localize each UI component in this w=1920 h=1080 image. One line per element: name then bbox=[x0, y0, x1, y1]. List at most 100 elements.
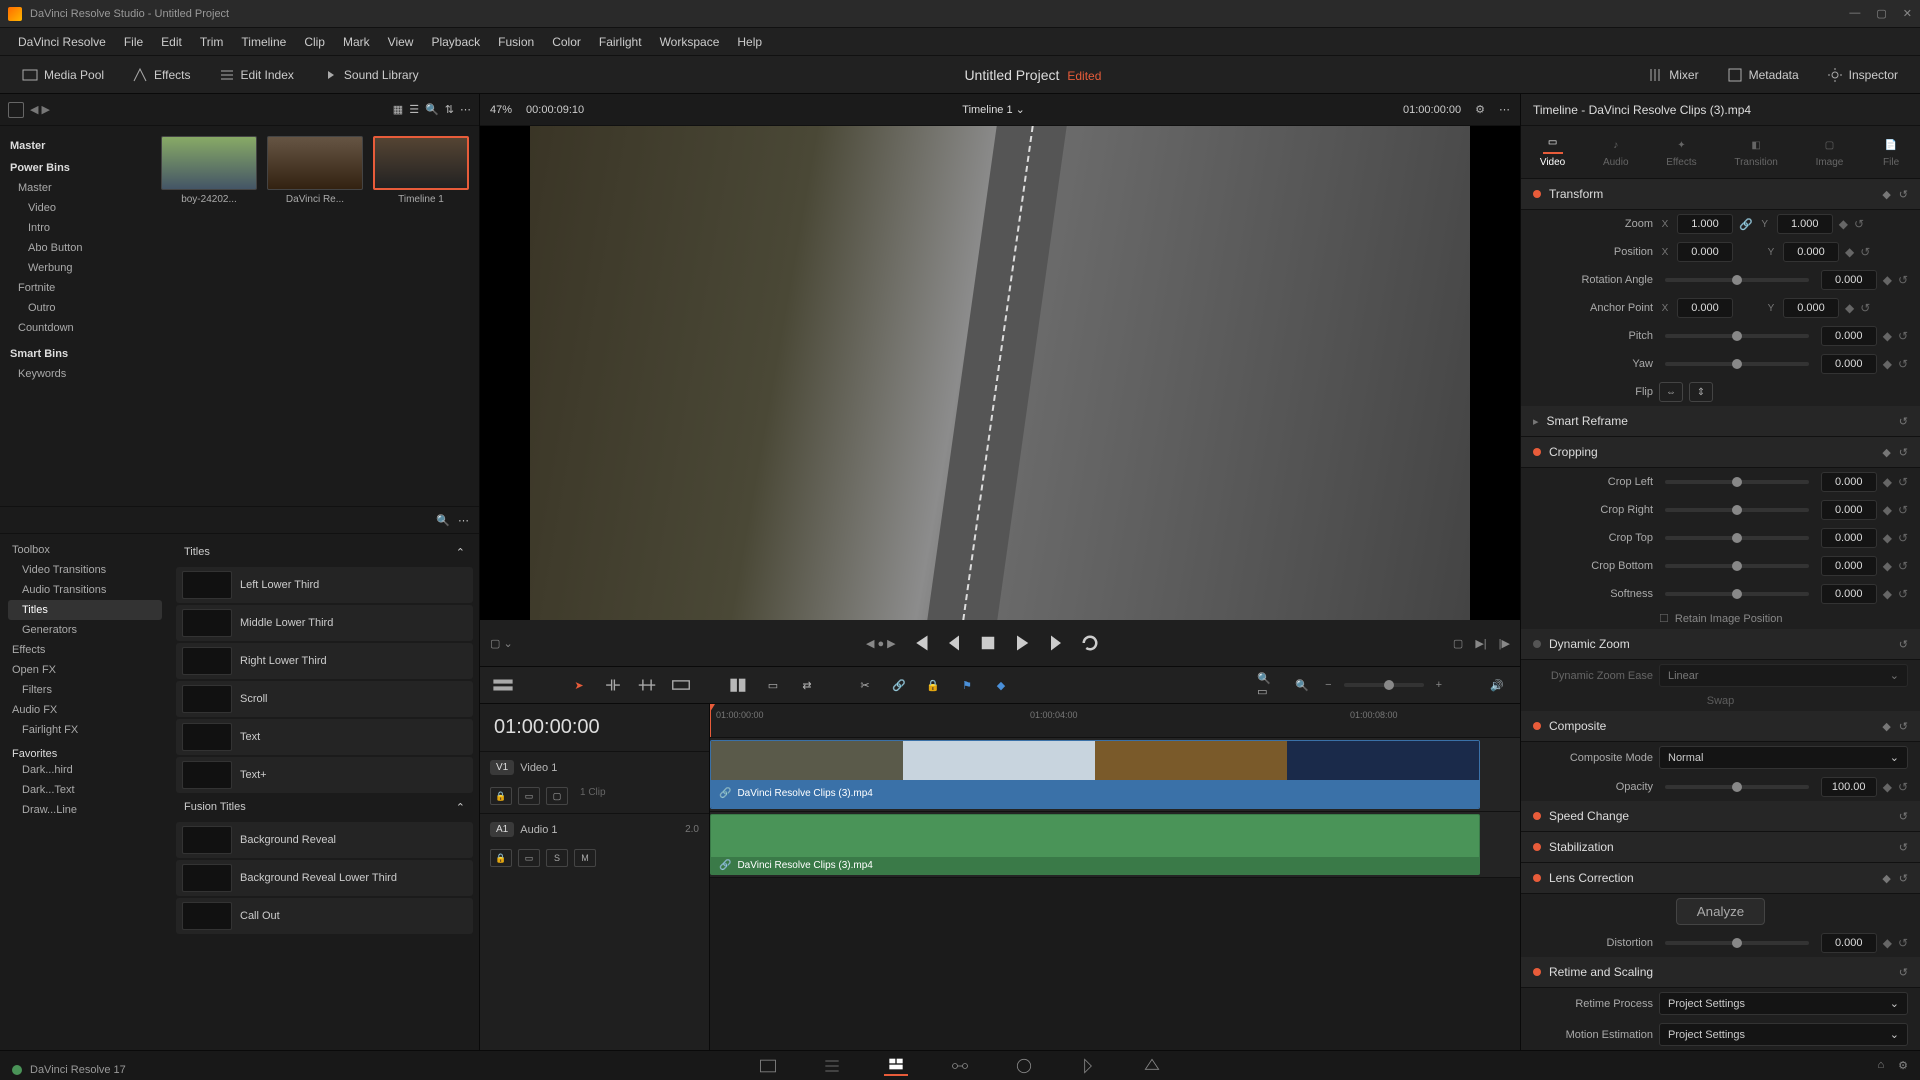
viewer-zoom[interactable]: 47% bbox=[490, 104, 512, 116]
tab-effects[interactable]: Effects bbox=[122, 61, 200, 89]
keyframe-icon[interactable]: ◆ bbox=[1883, 559, 1892, 573]
crop-bottom-slider[interactable] bbox=[1665, 564, 1809, 568]
fx-node-titles[interactable]: Titles bbox=[8, 600, 162, 620]
loop-icon[interactable] bbox=[1080, 633, 1100, 653]
chevron-up-icon[interactable]: ⌃ bbox=[456, 801, 465, 814]
rotation-slider[interactable] bbox=[1665, 278, 1809, 282]
lock-icon[interactable]: 🔒 bbox=[922, 674, 944, 696]
fusion-page-icon[interactable] bbox=[948, 1056, 972, 1076]
keyframe-icon[interactable]: ◆ bbox=[1839, 217, 1848, 231]
insert-icon[interactable]: ▊▊ bbox=[728, 674, 750, 696]
section-composite[interactable]: Composite◆↺ bbox=[1521, 711, 1920, 742]
timeline-timecode[interactable]: 01:00:00:00 bbox=[480, 704, 709, 751]
next-clip-icon[interactable]: ▶| bbox=[1475, 637, 1486, 650]
menu-edit[interactable]: Edit bbox=[153, 31, 190, 53]
settings-icon[interactable]: ⚙ bbox=[1898, 1059, 1908, 1072]
media-page-icon[interactable] bbox=[756, 1056, 780, 1076]
cut-page-icon[interactable] bbox=[820, 1056, 844, 1076]
keyframe-icon[interactable]: ◆ bbox=[1883, 587, 1892, 601]
next-frame-icon[interactable] bbox=[1046, 633, 1066, 653]
tab-effects[interactable]: ✦Effects bbox=[1660, 132, 1702, 172]
maximize-icon[interactable]: ▢ bbox=[1876, 7, 1886, 20]
tab-inspector[interactable]: Inspector bbox=[1817, 61, 1908, 89]
flag-icon[interactable]: ⚑ bbox=[956, 674, 978, 696]
zoom-y-input[interactable]: 1.000 bbox=[1777, 214, 1833, 234]
ease-dropdown[interactable]: Linear⌄ bbox=[1659, 664, 1908, 687]
fx-item[interactable]: Text bbox=[176, 719, 473, 755]
playhead[interactable] bbox=[710, 704, 711, 737]
reset-icon[interactable]: ↺ bbox=[1898, 531, 1908, 545]
keyframe-icon[interactable]: ◆ bbox=[1883, 329, 1892, 343]
marker-icon[interactable]: ◆ bbox=[990, 674, 1012, 696]
menu-file[interactable]: File bbox=[116, 31, 151, 53]
media-thumb[interactable]: DaVinci Re... bbox=[267, 136, 363, 205]
fx-openfx[interactable]: Open FX bbox=[8, 660, 162, 680]
bin-item[interactable]: Intro bbox=[10, 218, 141, 238]
fx-node[interactable]: Video Transitions bbox=[8, 560, 162, 580]
rotation-input[interactable]: 0.000 bbox=[1821, 270, 1877, 290]
crop-top-slider[interactable] bbox=[1665, 536, 1809, 540]
timeline-ruler[interactable]: 01:00:00:00 01:00:04:00 01:00:08:00 bbox=[710, 704, 1520, 738]
crop-right-input[interactable]: 0.000 bbox=[1821, 500, 1877, 520]
fav-item[interactable]: Dark...Text bbox=[8, 780, 162, 800]
bin-item[interactable]: Master bbox=[10, 178, 141, 198]
softness-slider[interactable] bbox=[1665, 592, 1809, 596]
last-clip-icon[interactable]: |▶ bbox=[1499, 637, 1510, 650]
menu-workspace[interactable]: Workspace bbox=[652, 31, 728, 53]
yaw-slider[interactable] bbox=[1665, 362, 1809, 366]
replace-icon[interactable]: ⇄ bbox=[796, 674, 818, 696]
menu-mark[interactable]: Mark bbox=[335, 31, 378, 53]
play-icon[interactable] bbox=[1012, 633, 1032, 653]
audio-clip[interactable]: 🔗DaVinci Resolve Clips (3).mp4 bbox=[710, 814, 1480, 875]
crop-bottom-input[interactable]: 0.000 bbox=[1821, 556, 1877, 576]
timeline-view-icon[interactable] bbox=[492, 674, 514, 696]
fx-toolbox[interactable]: Toolbox bbox=[8, 540, 162, 560]
home-icon[interactable]: ⌂ bbox=[1877, 1059, 1884, 1072]
zoom-slider[interactable] bbox=[1344, 683, 1424, 687]
fx-item[interactable]: Text+ bbox=[176, 757, 473, 793]
fx-item[interactable]: Left Lower Third bbox=[176, 567, 473, 603]
close-icon[interactable]: ✕ bbox=[1903, 7, 1912, 20]
tab-mediapool[interactable]: Media Pool bbox=[12, 61, 114, 89]
fx-item[interactable]: Call Out bbox=[176, 898, 473, 934]
master-bin[interactable]: Master bbox=[10, 140, 141, 152]
section-dynamic-zoom[interactable]: Dynamic Zoom↺ bbox=[1521, 629, 1920, 660]
video-track-header[interactable]: V1 Video 1 bbox=[480, 751, 709, 783]
reset-icon[interactable]: ↺ bbox=[1898, 503, 1908, 517]
edit-page-icon[interactable] bbox=[884, 1056, 908, 1076]
zoom-x-input[interactable]: 1.000 bbox=[1677, 214, 1733, 234]
media-thumb[interactable]: boy-24202... bbox=[161, 136, 257, 205]
tab-image[interactable]: ▢Image bbox=[1810, 132, 1850, 172]
bin-item[interactable]: Abo Button bbox=[10, 238, 141, 258]
tab-file[interactable]: 📄File bbox=[1875, 132, 1907, 172]
bin-item[interactable]: Fortnite bbox=[10, 278, 141, 298]
distortion-slider[interactable] bbox=[1665, 941, 1809, 945]
pitch-slider[interactable] bbox=[1665, 334, 1809, 338]
more-icon[interactable]: ⋯ bbox=[1499, 103, 1510, 116]
fx-item[interactable]: Right Lower Third bbox=[176, 643, 473, 679]
reset-icon[interactable]: ↺ bbox=[1898, 273, 1908, 287]
search-icon[interactable]: 🔍 bbox=[436, 514, 450, 527]
keyframe-icon[interactable]: ◆ bbox=[1883, 503, 1892, 517]
list-view-icon[interactable]: ☰ bbox=[409, 103, 419, 116]
pool-layout-icon[interactable] bbox=[8, 102, 24, 118]
anchor-x-input[interactable]: 0.000 bbox=[1677, 298, 1733, 318]
fx-fairlightfx[interactable]: Fairlight FX bbox=[8, 720, 162, 740]
reset-icon[interactable]: ↺ bbox=[1898, 780, 1908, 794]
timeline-name[interactable]: Timeline 1 ⌄ bbox=[598, 103, 1389, 116]
reset-icon[interactable]: ↺ bbox=[1898, 559, 1908, 573]
keyframe-icon[interactable]: ◆ bbox=[1845, 245, 1854, 259]
opacity-slider[interactable] bbox=[1665, 785, 1809, 789]
yaw-input[interactable]: 0.000 bbox=[1821, 354, 1877, 374]
color-page-icon[interactable] bbox=[1012, 1056, 1036, 1076]
mute-icon[interactable]: M bbox=[574, 849, 596, 867]
section-smart-reframe[interactable]: ▸Smart Reframe↺ bbox=[1521, 406, 1920, 437]
keyframe-icon[interactable]: ◆ bbox=[1883, 531, 1892, 545]
distortion-input[interactable]: 0.000 bbox=[1821, 933, 1877, 953]
composite-mode-dropdown[interactable]: Normal⌄ bbox=[1659, 746, 1908, 769]
crop-top-input[interactable]: 0.000 bbox=[1821, 528, 1877, 548]
arrow-tool-icon[interactable]: ➤ bbox=[568, 674, 590, 696]
media-thumb-selected[interactable]: Timeline 1 bbox=[373, 136, 469, 205]
crop-right-slider[interactable] bbox=[1665, 508, 1809, 512]
pos-x-input[interactable]: 0.000 bbox=[1677, 242, 1733, 262]
